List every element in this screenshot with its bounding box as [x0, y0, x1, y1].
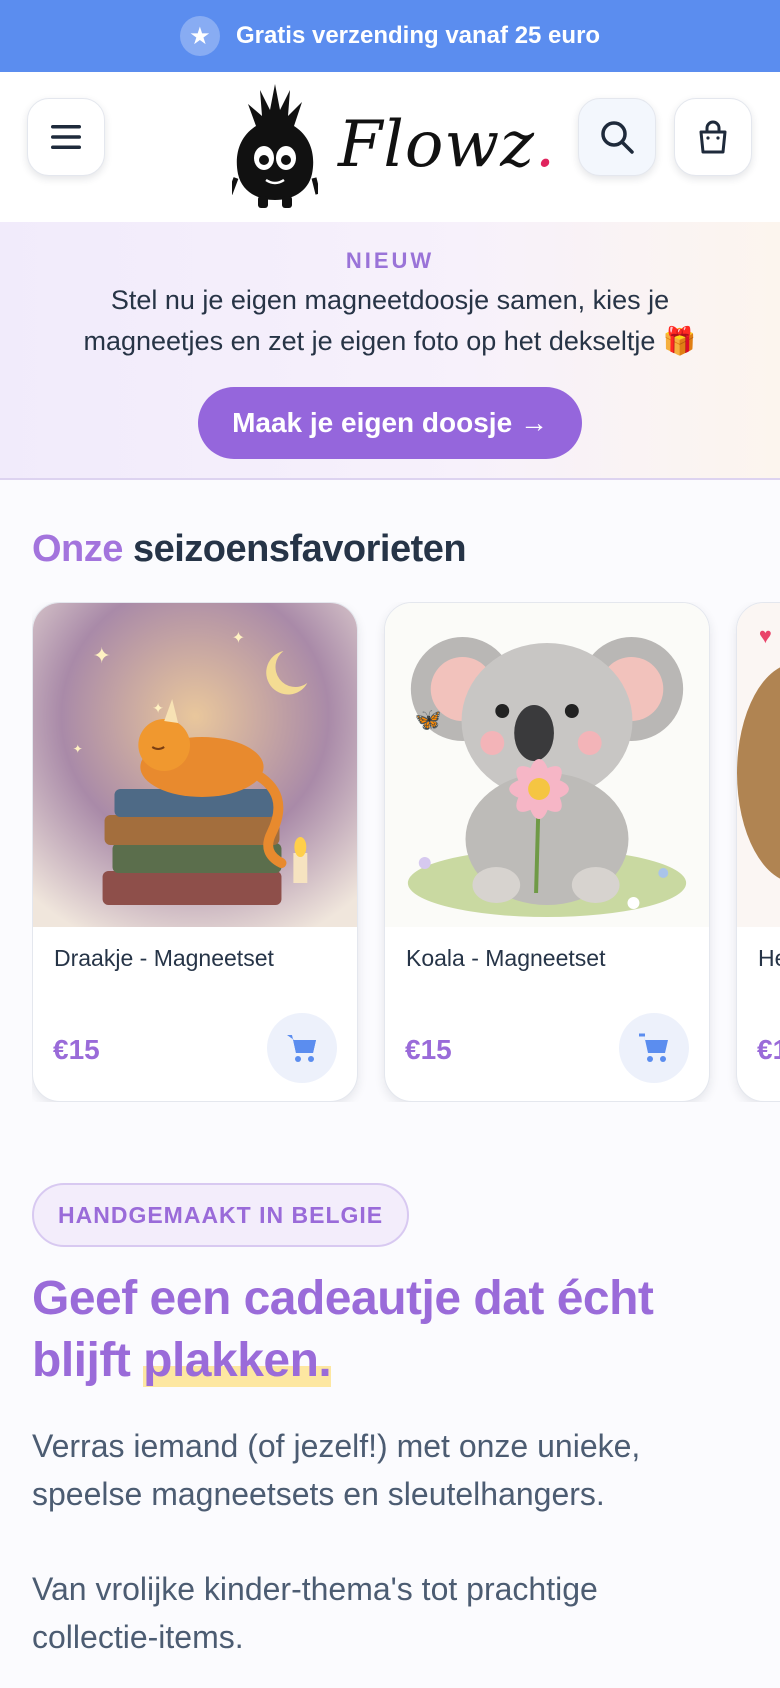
promo-text: Stel nu je eigen magneetdoosje samen, ki…: [83, 285, 697, 356]
shopping-cart-icon: [287, 1035, 316, 1062]
product-title[interactable]: He… Ma…: [758, 943, 780, 973]
make-your-own-box-button[interactable]: Maak je eigen doosje →: [198, 387, 582, 459]
logo-text: Flowz: [338, 108, 535, 182]
handmade-badge: HANDGEMAAKT IN BELGIE: [32, 1183, 410, 1247]
headline-main: Geef een cadeautje dat écht blijft: [32, 1272, 654, 1387]
promo-kicker: NIEUW: [345, 248, 435, 273]
product-card[interactable]: 🦋 Koala - Magneetset €15: [384, 602, 710, 1102]
star-icon: ★: [179, 16, 220, 56]
product-image-koala: 🦋: [385, 603, 709, 927]
product-image-partial: ♥: [737, 603, 780, 927]
shopping-cart-icon: [639, 1033, 668, 1062]
product-carousel[interactable]: ✦ ✦ ✦ ✦ Draakje - Magneetset €15 🦋 Koala…: [32, 602, 780, 1102]
product-title[interactable]: Draakje - Magneetset: [54, 943, 274, 973]
product-card[interactable]: ✦ ✦ ✦ ✦ Draakje - Magneetset €15: [32, 602, 358, 1102]
svg-text:✦: ✦: [232, 630, 245, 647]
product-price: €15: [405, 1034, 452, 1065]
add-to-cart-button[interactable]: [267, 1013, 337, 1083]
hamburger-icon: [51, 125, 81, 149]
product-image-dragon: ✦ ✦ ✦ ✦: [33, 603, 357, 927]
about-paragraph-2: Van vrolijke kinder-thema's tot prachtig…: [32, 1571, 598, 1655]
site-header: Flowz.: [0, 72, 780, 222]
promo-banner: NIEUW Stel nu je eigen magneetdoosje sam…: [0, 222, 780, 480]
announcement-text: Gratis verzending vanaf 25 euro: [235, 22, 601, 49]
search-button[interactable]: [578, 98, 656, 176]
shopping-bag-icon: [699, 120, 727, 154]
svg-text:✦: ✦: [152, 700, 164, 716]
svg-text:✦: ✦: [73, 742, 83, 756]
cart-button[interactable]: [674, 98, 752, 176]
svg-text:🦋: 🦋: [415, 707, 442, 732]
headline-highlight: plakken.: [143, 1334, 332, 1387]
svg-text:✦: ✦: [93, 643, 111, 668]
about-paragraph-1: Verras iemand (of jezelf!) met onze unie…: [32, 1428, 641, 1512]
search-icon: [601, 121, 634, 154]
logo-link[interactable]: Flowz.: [232, 82, 556, 208]
mascot-logo-icon: [232, 84, 318, 208]
about-headline: Geef een cadeautje dat écht blijft plakk…: [32, 1268, 752, 1392]
section-title-accent: Onze: [32, 528, 123, 570]
section-title-rest: seizoensfavorieten: [132, 528, 467, 570]
add-to-cart-button[interactable]: [619, 1013, 689, 1083]
logo-dot: .: [534, 108, 557, 182]
announcement-bar: ★ Gratis verzending vanaf 25 euro: [0, 0, 780, 72]
section-title-favorites: Onze seizoensfavorieten: [32, 528, 467, 571]
product-title[interactable]: Koala - Magneetset: [406, 943, 605, 973]
product-price: €1…: [757, 1034, 780, 1065]
product-card[interactable]: ♥ He… Ma… €1…: [736, 602, 780, 1102]
svg-text:♥: ♥: [759, 623, 772, 648]
product-price: €15: [53, 1034, 100, 1065]
menu-button[interactable]: [27, 98, 105, 176]
